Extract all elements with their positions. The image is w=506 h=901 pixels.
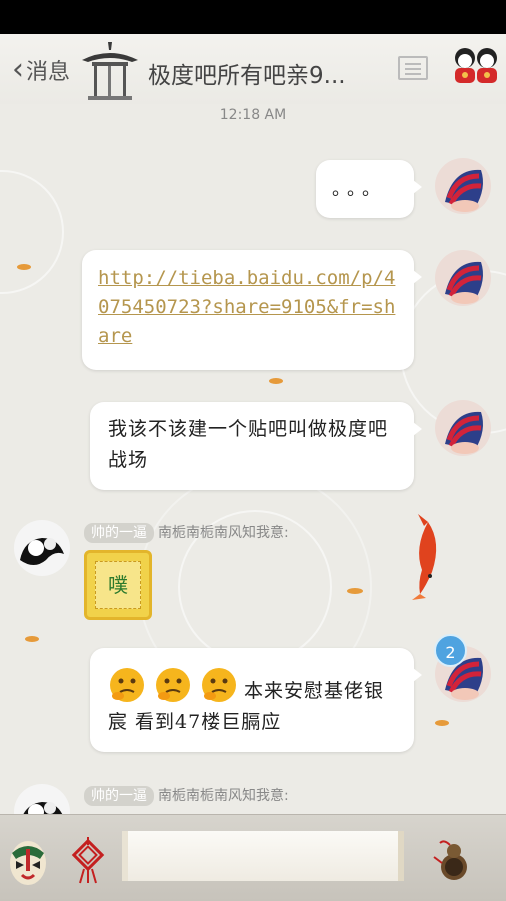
avatar[interactable] [14,784,70,814]
message-bubble[interactable]: 。。。 [316,160,422,218]
chat-area[interactable]: 。。。 http://tieba.baidu.com/p/4075450723?… [0,130,506,814]
sender-badge: 帅的一逼 [84,523,154,543]
leaf-icon [25,636,39,642]
sender-badge: 帅的一逼 [84,786,154,806]
sticker[interactable]: 噗 [84,550,152,620]
menu-icon[interactable] [398,56,428,80]
avatar-image [435,158,491,214]
avatar-image [14,784,70,814]
chevron-left-icon: ‹ [12,52,24,87]
message-bubble[interactable]: http://tieba.baidu.com/p/4075450723?shar… [82,250,422,370]
koi-fish-icon [412,514,437,600]
pagoda-icon [82,42,138,100]
avatar-image [435,400,491,456]
opera-mask-icon[interactable] [6,837,50,887]
leaf-icon [347,588,363,594]
leaf-icon [435,720,449,726]
leaf-icon [269,378,283,384]
message-text: 我该不该建一个贴吧叫做极度吧战场 [108,418,389,471]
chat-title: 极度吧所有吧亲9... [148,63,346,89]
message-bubble[interactable]: 我该不该建一个贴吧叫做极度吧战场 [90,402,422,490]
avatar[interactable] [435,400,491,456]
status-bar [0,0,506,34]
message-bubble[interactable]: 本来安慰基佬银宸 看到47楼巨膈应 [90,648,422,752]
message-text: 本来安慰基佬银宸 看到47楼巨膈应 [108,680,385,733]
sender-line: 帅的一逼 南栀南栀南风知我意: [84,785,289,806]
sender-name: 南栀南栀南风知我意: [158,525,289,541]
avatar-image [435,250,491,306]
avatar[interactable] [14,520,70,576]
back-button[interactable]: ‹ 消息 [12,54,70,86]
chinese-knot-icon[interactable] [68,835,108,885]
sender-line: 帅的一逼 南栀南栀南风知我意: [84,522,289,543]
top-bar: ‹ 消息 极度吧所有吧亲9... [0,34,506,104]
gourd-icon[interactable] [430,837,476,883]
dolls-icon[interactable] [452,46,500,84]
message-link[interactable]: http://tieba.baidu.com/p/4075450723?shar… [98,264,398,351]
unread-count-badge[interactable]: 2 [434,634,467,667]
sender-name: 南栀南栀南风知我意: [158,788,289,804]
leaf-icon [17,264,31,270]
avatar-image [14,520,70,576]
bottom-bar [0,814,506,901]
message-text: 。。。 [332,179,386,200]
avatar[interactable] [435,158,491,214]
back-label: 消息 [26,60,71,85]
message-timestamp: 12:18 AM [219,107,287,123]
message-input[interactable] [122,831,404,881]
ripple-decoration [0,170,64,294]
avatar[interactable] [435,250,491,306]
sticker-text: 噗 [95,561,141,609]
